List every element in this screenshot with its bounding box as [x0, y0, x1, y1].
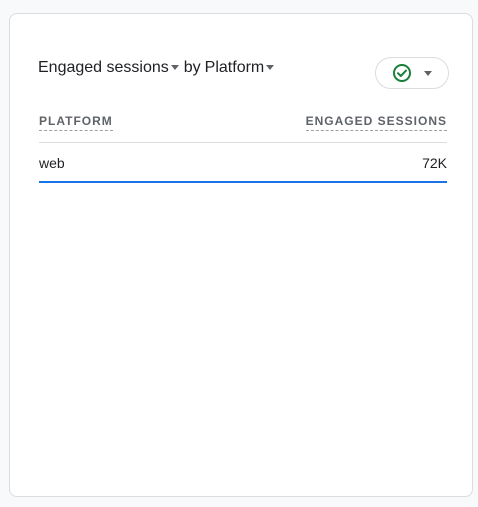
data-table: PLATFORM ENGAGED SESSIONS web 72K — [39, 112, 447, 183]
title-connector: by — [183, 59, 201, 76]
engaged-sessions-card: Engaged sessions by Platform PLATFORM EN… — [9, 13, 473, 497]
caret-down-icon — [170, 64, 179, 70]
card-header: Engaged sessions by Platform — [38, 46, 449, 89]
dimension-label: Platform — [204, 59, 265, 76]
column-header-platform[interactable]: PLATFORM — [39, 114, 113, 131]
column-header-engaged-sessions[interactable]: ENGAGED SESSIONS — [305, 114, 447, 131]
chevron-down-icon — [424, 70, 432, 76]
engaged-sessions-cell: 72K — [422, 155, 447, 171]
caret-down-icon — [266, 64, 275, 70]
metric-label: Engaged sessions — [38, 59, 169, 76]
metric-dropdown[interactable]: Engaged sessions — [38, 59, 181, 77]
table-header: PLATFORM ENGAGED SESSIONS — [39, 112, 447, 143]
dimension-dropdown[interactable]: Platform — [205, 59, 277, 77]
platform-cell: web — [39, 155, 65, 171]
comparison-status-button[interactable] — [375, 57, 449, 89]
card-title: Engaged sessions by Platform — [38, 59, 276, 77]
check-circle-icon — [392, 63, 412, 83]
table-row[interactable]: web 72K — [39, 143, 447, 183]
